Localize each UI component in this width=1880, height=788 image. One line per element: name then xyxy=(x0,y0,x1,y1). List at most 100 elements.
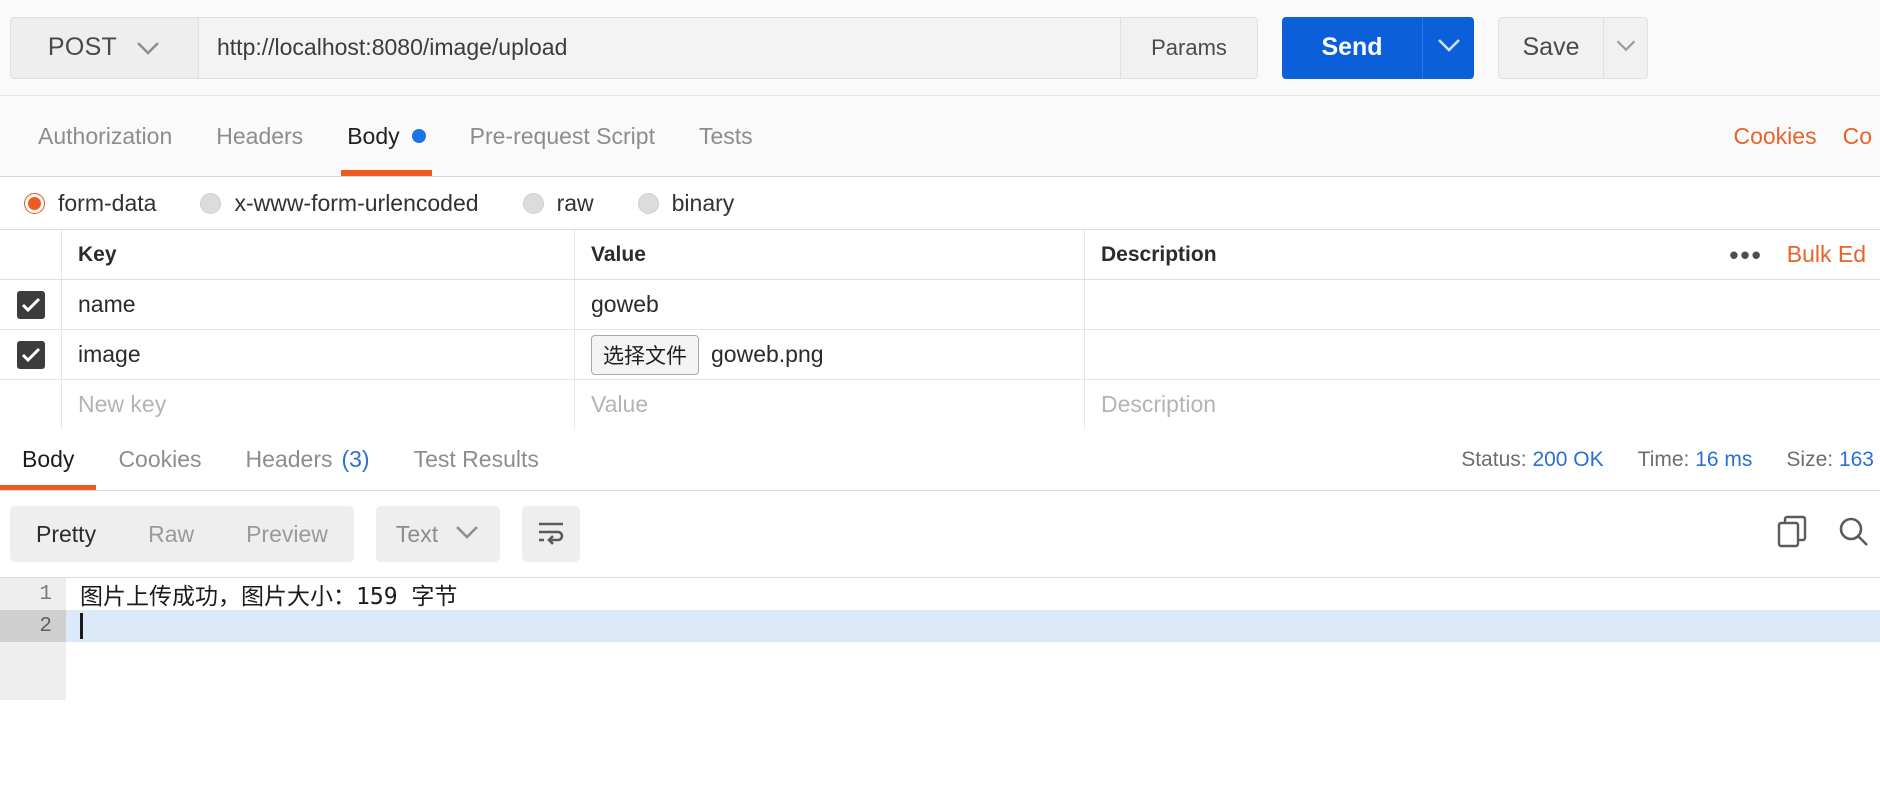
header-key-cell: Key xyxy=(62,230,575,279)
tab-label: Headers xyxy=(216,122,304,149)
code-line-active: 2 xyxy=(0,610,1880,642)
request-url-bar: POST http://localhost:8080/image/upload … xyxy=(0,0,1880,95)
tab-label: Authorization xyxy=(38,122,173,149)
text-cursor xyxy=(80,613,83,639)
response-format-select[interactable]: Text xyxy=(375,506,501,562)
table-header-row: Key Value Description ••• Bulk Ed xyxy=(0,230,1880,280)
copy-button[interactable] xyxy=(1776,515,1810,554)
time-value: 16 ms xyxy=(1695,447,1753,471)
word-wrap-icon xyxy=(536,519,566,550)
row-description-cell[interactable] xyxy=(1085,280,1880,329)
header-key-label: Key xyxy=(78,242,117,266)
new-description-placeholder: Description xyxy=(1101,391,1217,417)
choose-file-button[interactable]: 选择文件 xyxy=(591,334,699,375)
view-mode-pretty[interactable]: Pretty xyxy=(10,506,122,562)
response-tab-cookies[interactable]: Cookies xyxy=(96,429,223,490)
header-description-label: Description xyxy=(1101,242,1217,266)
row-value-text: goweb xyxy=(591,291,659,317)
selected-file-name: goweb.png xyxy=(711,341,824,367)
chevron-down-icon xyxy=(135,40,161,56)
method-url-group: POST http://localhost:8080/image/upload … xyxy=(10,16,1258,79)
row-checkbox-cell xyxy=(0,330,62,379)
word-wrap-toggle[interactable] xyxy=(522,506,581,562)
radio-label: raw xyxy=(556,189,594,216)
code-link[interactable]: Co xyxy=(1843,123,1872,150)
radio-unselected-icon xyxy=(522,192,544,214)
row-value-cell[interactable]: goweb xyxy=(575,280,1085,329)
new-row-description-input[interactable]: Description xyxy=(1085,380,1880,429)
tab-pre-request-script[interactable]: Pre-request Script xyxy=(448,96,677,176)
request-tabs-bar: Authorization Headers Body Pre-request S… xyxy=(0,95,1880,177)
chevron-down-icon xyxy=(1436,37,1462,58)
radio-label: form-data xyxy=(58,189,157,216)
response-meta: Status: 200 OK Time: 16 ms Size: 163 xyxy=(1461,429,1880,490)
radio-form-data[interactable]: form-data xyxy=(24,190,156,217)
radio-raw[interactable]: raw xyxy=(522,189,594,217)
copy-icon xyxy=(1776,515,1810,554)
response-toolbar: Pretty Raw Preview Text xyxy=(0,491,1880,577)
table-row: name goweb xyxy=(0,280,1880,330)
ellipsis-icon[interactable]: ••• xyxy=(1729,242,1762,268)
tab-label: Tests xyxy=(698,122,753,149)
tab-label: Body xyxy=(347,122,400,149)
response-format-label: Text xyxy=(395,520,439,547)
response-tab-label: Body xyxy=(22,446,75,472)
body-mode-radio-group: form-data x-www-form-urlencoded raw bina… xyxy=(0,177,1880,229)
header-actions: ••• Bulk Ed xyxy=(1729,241,1866,268)
url-input[interactable]: http://localhost:8080/image/upload xyxy=(199,17,1121,78)
new-row-value-input[interactable]: Value xyxy=(575,380,1085,429)
response-tab-headers[interactable]: Headers (3) xyxy=(224,429,392,490)
cookies-link[interactable]: Cookies xyxy=(1733,123,1816,150)
tab-tests[interactable]: Tests xyxy=(677,96,775,176)
form-data-table: Key Value Description ••• Bulk Ed name g… xyxy=(0,229,1880,430)
request-tab-list: Authorization Headers Body Pre-request S… xyxy=(0,96,1880,176)
checkbox-checked[interactable] xyxy=(16,290,45,319)
new-row-checkbox-cell xyxy=(0,380,62,429)
send-options-caret[interactable] xyxy=(1422,16,1474,79)
row-description-cell[interactable] xyxy=(1085,330,1880,379)
http-method-selector[interactable]: POST xyxy=(11,17,199,78)
view-mode-preview[interactable]: Preview xyxy=(220,506,354,562)
response-tab-test-results[interactable]: Test Results xyxy=(392,429,561,490)
params-button[interactable]: Params xyxy=(1121,17,1257,78)
radio-x-www-form-urlencoded[interactable]: x-www-form-urlencoded xyxy=(200,189,479,217)
row-value-cell[interactable]: 选择文件 goweb.png xyxy=(575,330,1085,379)
row-checkbox-cell xyxy=(0,280,62,329)
line-number: 1 xyxy=(0,578,66,610)
chevron-down-icon xyxy=(1615,38,1637,58)
row-key-text: image xyxy=(78,341,141,367)
tab-authorization[interactable]: Authorization xyxy=(16,96,194,176)
size-label: Size: xyxy=(1786,447,1834,471)
view-mode-raw[interactable]: Raw xyxy=(122,506,220,562)
chevron-down-icon xyxy=(454,524,480,545)
save-options-caret[interactable] xyxy=(1603,17,1647,78)
checkbox-checked[interactable] xyxy=(16,340,45,369)
response-body-viewer[interactable]: 1 图片上传成功，图片大小：159 字节 2 xyxy=(0,577,1880,788)
tab-headers[interactable]: Headers xyxy=(194,96,325,176)
response-tab-label: Headers xyxy=(245,446,333,472)
line-number: 2 xyxy=(0,610,66,642)
new-row-key-input[interactable]: New key xyxy=(62,380,575,429)
new-key-placeholder: New key xyxy=(78,391,167,417)
response-tab-body[interactable]: Body xyxy=(0,429,97,490)
radio-label: x-www-form-urlencoded xyxy=(234,189,479,216)
send-button[interactable]: Send xyxy=(1282,16,1422,79)
save-button-group: Save xyxy=(1498,16,1648,79)
params-label: Params xyxy=(1151,34,1227,60)
row-key-cell[interactable]: image xyxy=(62,330,575,379)
save-button[interactable]: Save xyxy=(1499,18,1603,78)
bulk-edit-link[interactable]: Bulk Ed xyxy=(1787,241,1866,268)
http-method-label: POST xyxy=(47,33,118,61)
request-tabs-right-links: Cookies Co xyxy=(1733,96,1880,176)
row-key-cell[interactable]: name xyxy=(62,280,575,329)
time-label: Time: xyxy=(1637,447,1690,471)
header-description-cell: Description ••• Bulk Ed xyxy=(1085,230,1880,279)
status-label: Status: xyxy=(1461,447,1527,471)
tab-body[interactable]: Body xyxy=(325,96,447,176)
table-new-row: New key Value Description xyxy=(0,380,1880,430)
radio-binary[interactable]: binary xyxy=(637,190,734,217)
search-button[interactable] xyxy=(1836,515,1870,554)
response-toolbar-actions xyxy=(1776,491,1870,577)
time-badge: Time: 16 ms xyxy=(1638,448,1753,472)
url-text: http://localhost:8080/image/upload xyxy=(217,34,568,60)
